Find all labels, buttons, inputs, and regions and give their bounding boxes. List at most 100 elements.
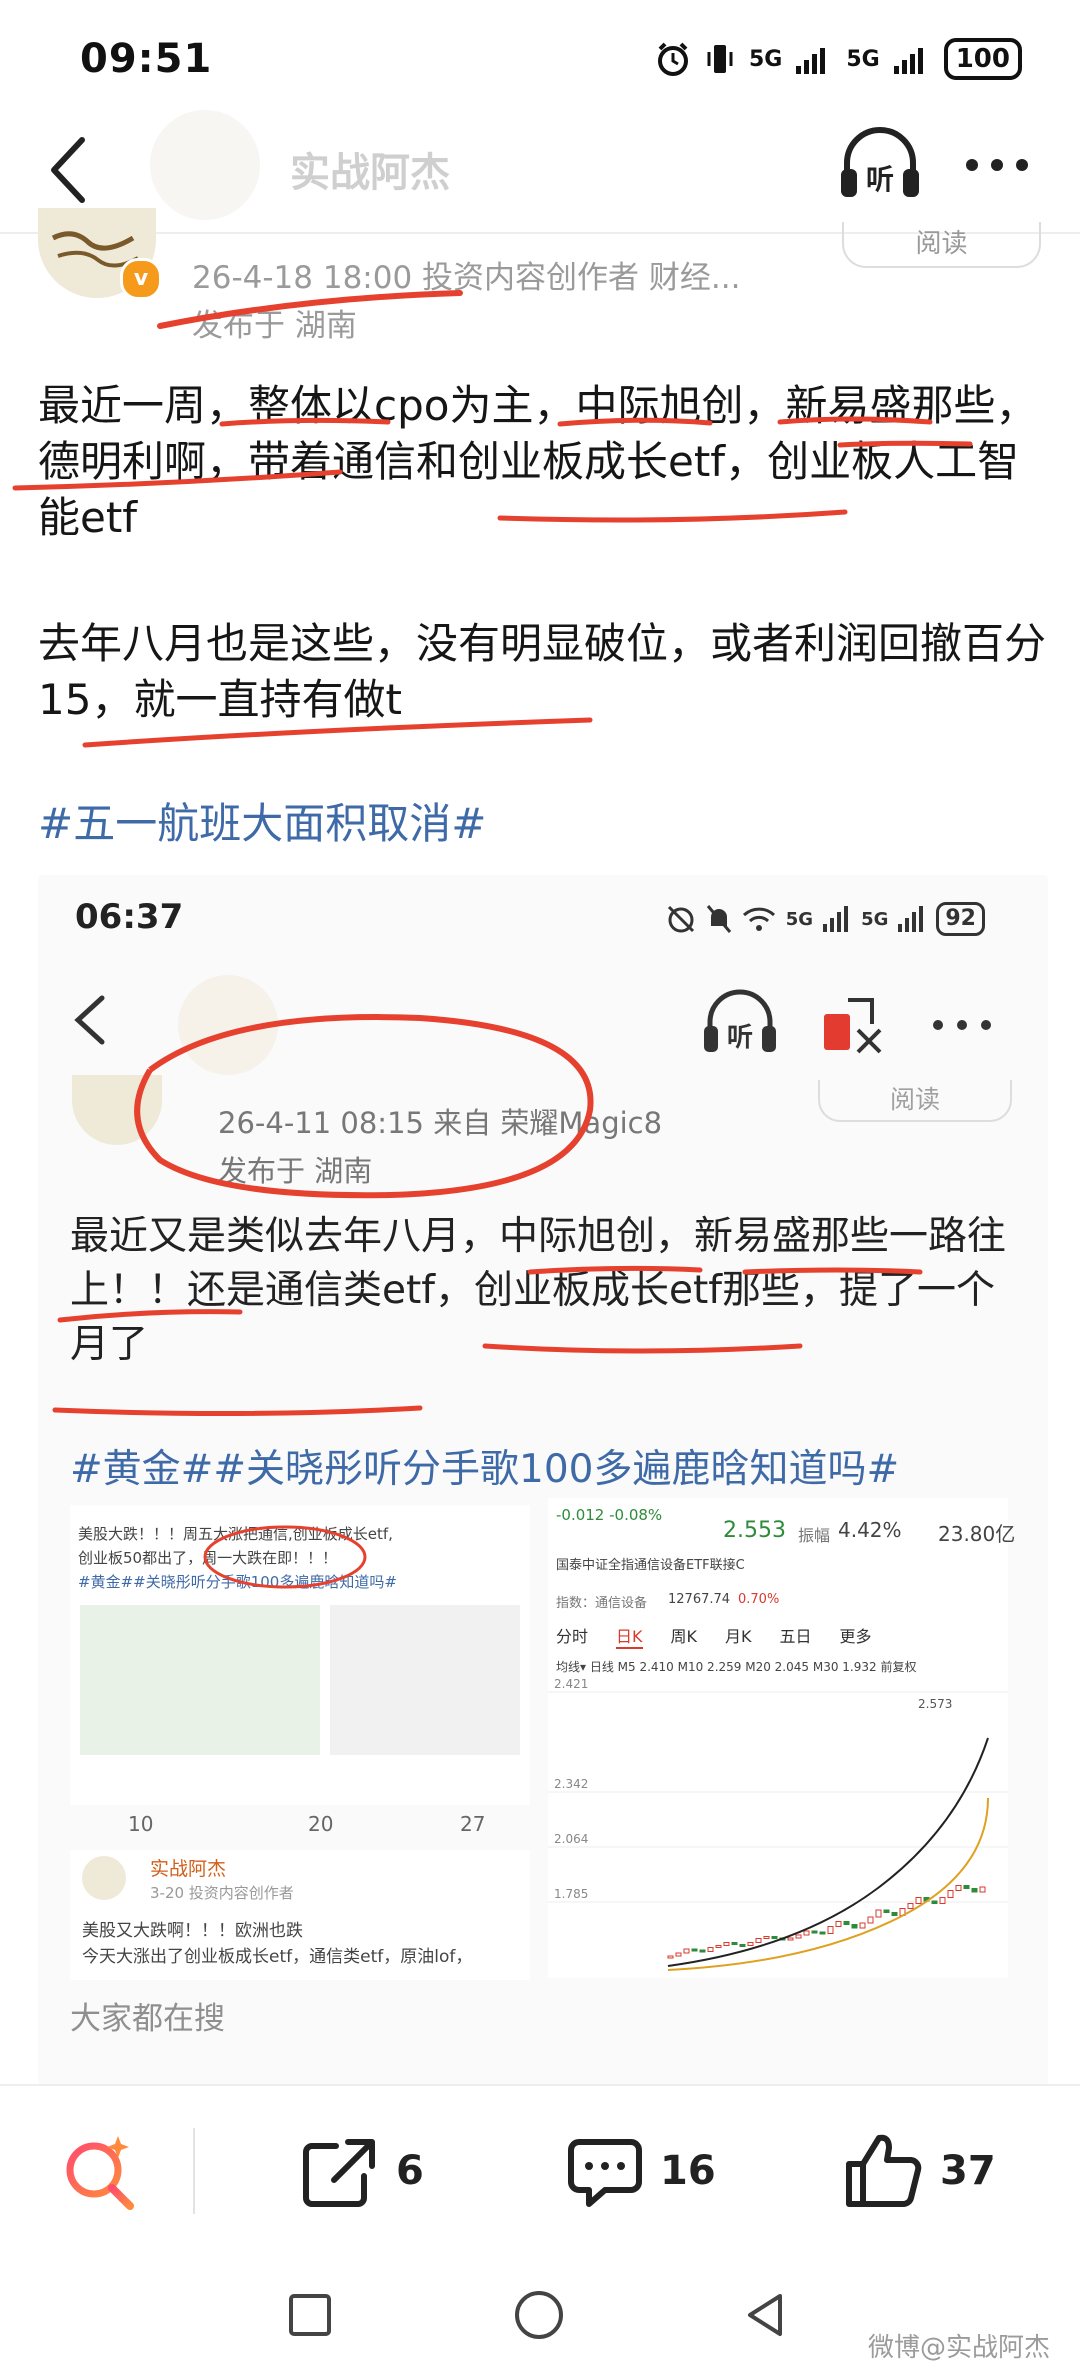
candle [843,1921,850,1925]
chevron-left-icon [74,995,105,1045]
circle-icon [515,2291,563,2339]
candle [971,1888,978,1893]
candle [883,1909,890,1913]
nested-comment-count: 20 [308,1812,334,1836]
share-button[interactable] [300,2134,380,2210]
axis-tick-label: 1.785 [554,1887,588,1901]
candle [723,1942,730,1946]
listen-button[interactable]: 听 [835,125,925,205]
candle [691,1948,698,1952]
candle [835,1921,842,1927]
nested-table-image [330,1605,520,1755]
signal-icon [796,48,826,74]
search-button[interactable] [58,2128,142,2212]
header-author-name[interactable]: 实战阿杰 [290,140,450,198]
candle [683,1948,690,1954]
candle [939,1897,946,1904]
candle [707,1947,714,1952]
nested-text-line: 美股又大跌啊！！！欧洲也跌 [82,1921,303,1941]
red-packet-icon [824,998,882,1054]
candle [955,1885,962,1891]
nested-author: 实战阿杰 [150,1858,227,1880]
nested-avatar [82,1856,126,1900]
candle [771,1936,778,1939]
recent-apps-button[interactable] [285,2290,335,2340]
chart-tab: 分时 [556,1627,589,1646]
chart-tab: 更多 [839,1627,872,1646]
candle [667,1955,674,1959]
candle [803,1930,810,1936]
comment-button[interactable] [565,2134,645,2210]
annotation-circle [134,1014,594,1199]
stock-change: -0.012 -0.08% [556,1506,663,1524]
square-icon [289,2294,331,2336]
comment-count: 16 [660,2148,716,2194]
moving-average-line [667,1797,989,1971]
chart-tab: 五日 [779,1627,812,1646]
ai-search-icon [66,2136,134,2210]
listen-label: 听 [866,163,894,196]
signal-icon [893,48,923,74]
alarm-off-icon [667,905,694,933]
annotation-circle [203,1525,367,1589]
candle [963,1885,970,1889]
nested-like-count: 27 [460,1812,486,1836]
candle [763,1936,770,1939]
candle [819,1931,826,1935]
signal-icon [823,906,849,932]
watermark: 微博@实战阿杰 [867,2333,1050,2363]
candle [907,1903,914,1909]
candle [755,1938,762,1943]
candle [851,1924,858,1929]
annotation-underline [82,717,593,748]
candle [675,1952,682,1957]
index-value: 12767.74 [668,1592,731,1607]
more-options-button[interactable] [962,150,1032,180]
nested-stock-chart: -0.012 -0.08% 2.553 振幅 4.42% 23.80亿 国泰中证… [548,1498,1015,1978]
candle [931,1900,938,1904]
trending-search-label: 大家都在搜 [70,2001,225,2037]
index-label: 指数：通信设备 [556,1596,648,1611]
headphones-icon: 听 [704,989,776,1053]
embedded-network-label-2: 5G [861,908,889,930]
annotation-underlines [12,416,973,523]
nested-share-count: 10 [128,1812,154,1836]
chart-tab: 日K [616,1623,643,1649]
annotation-underline [157,290,463,329]
candle [715,1945,722,1948]
back-button[interactable] [40,130,100,210]
axis-tick-label: 2.342 [554,1777,588,1791]
annotation-underlines [52,1265,923,1417]
thumbs-up-icon [846,2134,922,2207]
home-button[interactable] [512,2288,566,2342]
chart-tabs: 分时 日K 周K 月K 五日 更多 [556,1623,872,1649]
nested-post-card: 实战阿杰 3-20 投资内容创作者 美股又大跌啊！！！欧洲也跌 今天大涨出了创业… [70,1850,530,1980]
chart-tab: 月K [725,1627,752,1646]
candle [875,1909,882,1918]
nested-thumbnail-left: 美股大跌！！！周五大涨把通信,创业板成长etf, 创业板50都出了，周一大跌在即… [70,1505,530,1805]
candle [699,1949,706,1953]
read-count-button[interactable]: 阅读 [842,222,1041,268]
candle [747,1942,754,1946]
stock-amount: 23.80亿 [938,1522,1016,1546]
embedded-status-icons: 5G 5G 92 [666,902,985,936]
like-button[interactable] [843,2130,923,2210]
back-nav-button[interactable] [740,2290,790,2340]
share-icon [303,2139,375,2207]
candle [915,1897,922,1904]
header-avatar[interactable] [150,110,260,220]
embedded-network-label-1: 5G [785,908,814,930]
status-icons: 5G 5G 100 [655,38,1022,80]
headphones-icon: 听 [841,127,919,197]
embedded-status-time: 06:37 [75,897,184,937]
more-dots-icon [966,159,1028,171]
comment-icon [568,2139,642,2207]
stock-amp-label: 振幅 [798,1526,831,1545]
candle [795,1934,802,1939]
candle [739,1944,746,1947]
candle [811,1930,818,1934]
alarm-icon [657,42,688,76]
candle [827,1926,834,1934]
post-hashtag[interactable]: #五一航班大面积取消# [38,796,1048,852]
candle [891,1912,898,1916]
